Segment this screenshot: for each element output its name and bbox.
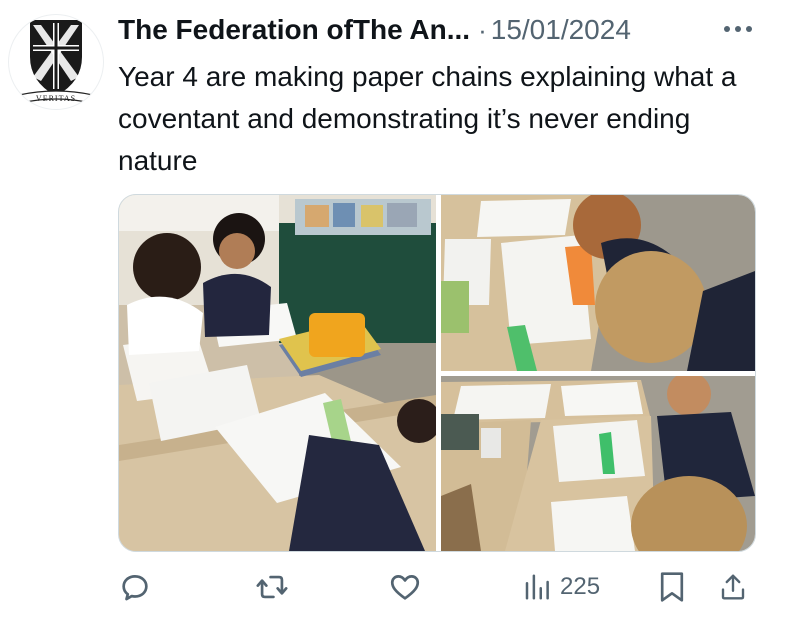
- views-chart-icon: [525, 574, 549, 600]
- tweet-header: The Federation ofThe An... · 15/01/2024: [118, 10, 778, 50]
- avatar[interactable]: VERITAS: [8, 14, 104, 110]
- retweet-icon: [256, 575, 288, 599]
- media-grid: [118, 194, 756, 552]
- svg-text:VERITAS: VERITAS: [36, 94, 76, 103]
- tweet-date[interactable]: 15/01/2024: [491, 14, 631, 46]
- photo-pupils-writing-closeup[interactable]: [441, 195, 755, 371]
- like-button[interactable]: [388, 563, 422, 611]
- more-dots-icon: [724, 26, 752, 32]
- share-button[interactable]: [718, 563, 748, 611]
- more-options-button[interactable]: [718, 14, 758, 44]
- reply-button[interactable]: [118, 563, 152, 611]
- reply-icon: [122, 575, 148, 601]
- bookmark-button[interactable]: [658, 563, 686, 611]
- separator-dot: ·: [478, 14, 487, 45]
- tweet-text: Year 4 are making paper chains explainin…: [118, 61, 737, 176]
- school-crest-icon: VERITAS: [18, 20, 94, 104]
- photo-classroom-tables-paper-strips[interactable]: [441, 376, 755, 551]
- views-button[interactable]: 225: [522, 563, 600, 611]
- tweet-actions: 225: [118, 563, 754, 611]
- bookmark-icon: [660, 572, 684, 602]
- photo-children-writing-at-table[interactable]: [119, 195, 436, 551]
- heart-icon: [390, 575, 420, 600]
- share-icon: [721, 574, 745, 600]
- views-count: 225: [560, 573, 601, 600]
- retweet-button[interactable]: [254, 563, 290, 611]
- author-name[interactable]: The Federation ofThe An...: [118, 14, 470, 46]
